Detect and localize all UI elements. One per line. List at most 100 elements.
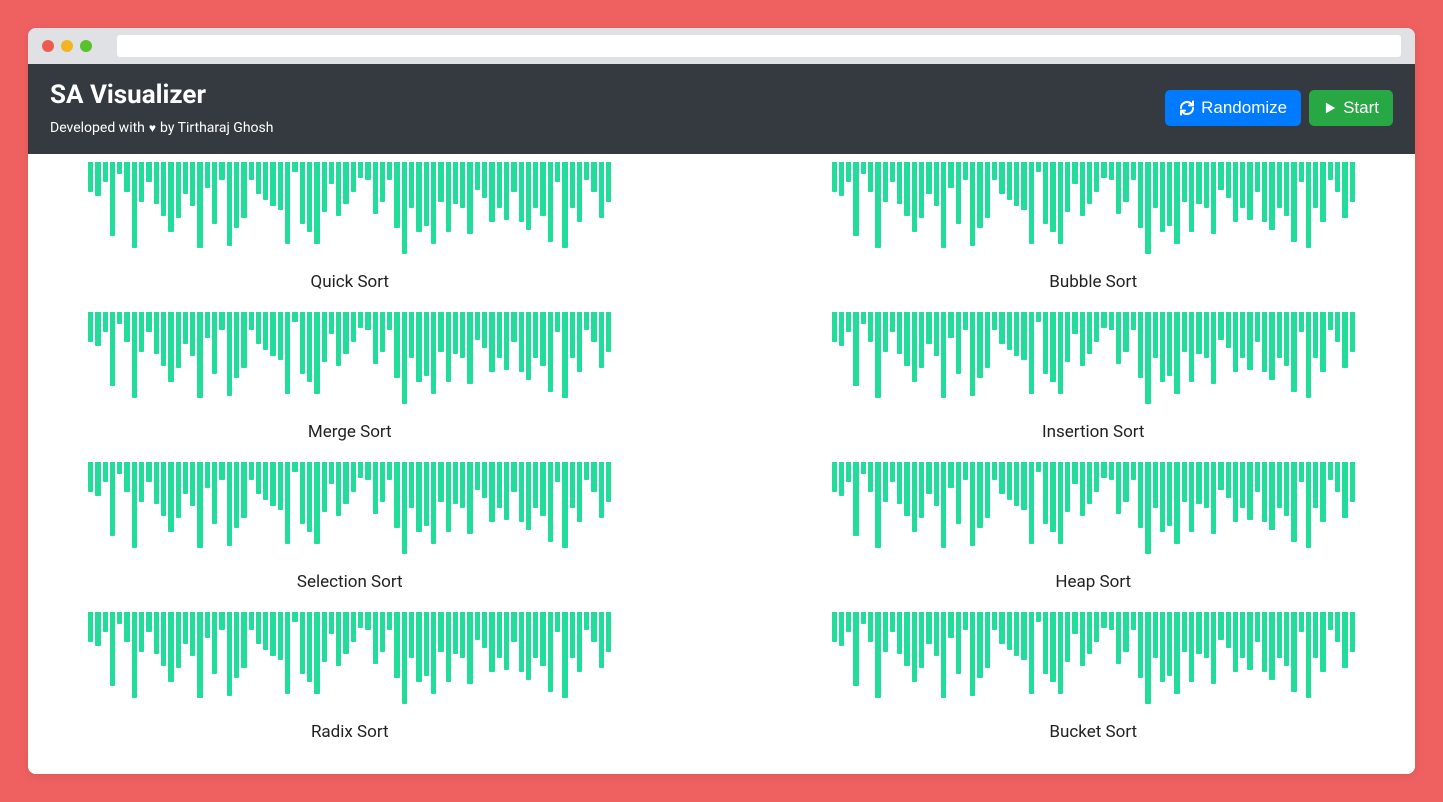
bar bbox=[1291, 162, 1296, 242]
bar bbox=[110, 312, 115, 386]
bar bbox=[263, 312, 268, 350]
bar bbox=[1131, 312, 1136, 330]
bar bbox=[1204, 612, 1209, 658]
sort-panel: Merge Sort bbox=[88, 312, 612, 454]
bar bbox=[497, 312, 502, 358]
bar bbox=[868, 312, 873, 342]
bar bbox=[1145, 162, 1150, 254]
bar bbox=[526, 162, 531, 230]
bar bbox=[88, 312, 93, 342]
bar bbox=[1080, 462, 1085, 516]
bar bbox=[548, 612, 553, 692]
bar bbox=[285, 462, 290, 544]
bar bbox=[897, 162, 902, 204]
randomize-button[interactable]: Randomize bbox=[1165, 90, 1301, 126]
bar bbox=[533, 312, 538, 358]
bar bbox=[168, 612, 173, 682]
bar bbox=[351, 462, 356, 492]
bar bbox=[460, 162, 465, 208]
bar bbox=[1313, 312, 1318, 358]
bar bbox=[1029, 462, 1034, 544]
bar bbox=[307, 462, 312, 532]
bar bbox=[526, 312, 531, 380]
start-button[interactable]: Start bbox=[1309, 90, 1393, 126]
bar bbox=[431, 462, 436, 544]
bar bbox=[1029, 612, 1034, 694]
bar bbox=[88, 162, 93, 192]
bar bbox=[992, 162, 997, 180]
bar bbox=[591, 162, 596, 192]
bar bbox=[985, 612, 990, 668]
bar bbox=[161, 462, 166, 516]
bar bbox=[168, 312, 173, 382]
bar bbox=[154, 462, 159, 504]
bar bbox=[453, 612, 458, 654]
bar bbox=[1196, 612, 1201, 654]
bar bbox=[1320, 462, 1325, 522]
bar bbox=[146, 312, 151, 332]
refresh-icon bbox=[1179, 100, 1195, 116]
bar bbox=[212, 312, 217, 374]
bar bbox=[154, 162, 159, 204]
bar bbox=[110, 162, 115, 236]
subtitle-suffix: by Tirtharaj Ghosh bbox=[160, 120, 273, 136]
bar bbox=[883, 612, 888, 652]
bar bbox=[1138, 312, 1143, 378]
bar bbox=[475, 312, 480, 340]
bar bbox=[890, 162, 895, 182]
bar bbox=[1269, 612, 1274, 680]
bar bbox=[562, 312, 567, 398]
bar bbox=[103, 312, 108, 332]
bars-container bbox=[832, 162, 1356, 262]
bar bbox=[519, 462, 524, 522]
bar bbox=[1211, 162, 1216, 234]
bar bbox=[904, 312, 909, 366]
bars-container bbox=[88, 612, 612, 712]
bar bbox=[146, 612, 151, 632]
sort-panel: Insertion Sort bbox=[832, 312, 1356, 454]
bar bbox=[212, 162, 217, 224]
bars-container bbox=[832, 312, 1356, 412]
bars-container bbox=[88, 312, 612, 412]
bar bbox=[875, 612, 880, 698]
bar bbox=[1050, 462, 1055, 532]
bar bbox=[570, 612, 575, 658]
traffic-light-close[interactable] bbox=[42, 40, 54, 52]
bar bbox=[1101, 162, 1106, 178]
bar bbox=[219, 612, 224, 630]
bar bbox=[1262, 612, 1267, 672]
bar bbox=[227, 612, 232, 696]
bar bbox=[555, 612, 560, 632]
bar bbox=[1196, 462, 1201, 504]
bar bbox=[117, 312, 122, 324]
bar bbox=[103, 612, 108, 632]
bar bbox=[416, 312, 421, 382]
bar bbox=[548, 162, 553, 242]
bar bbox=[890, 462, 895, 482]
bar bbox=[977, 612, 982, 678]
bar bbox=[285, 162, 290, 244]
bar bbox=[839, 612, 844, 646]
bar bbox=[934, 162, 939, 206]
bar bbox=[999, 162, 1004, 194]
bar bbox=[548, 312, 553, 392]
bar bbox=[183, 612, 188, 644]
url-bar[interactable] bbox=[117, 35, 1401, 57]
bar bbox=[1182, 162, 1187, 202]
traffic-light-minimize[interactable] bbox=[61, 40, 73, 52]
bar bbox=[380, 162, 385, 202]
traffic-light-zoom[interactable] bbox=[80, 40, 92, 52]
sort-panel: Heap Sort bbox=[832, 462, 1356, 604]
bar bbox=[1014, 612, 1019, 656]
bar bbox=[948, 312, 953, 338]
bar bbox=[1094, 462, 1099, 492]
bar bbox=[599, 162, 604, 218]
bar bbox=[1328, 312, 1333, 330]
bar bbox=[904, 612, 909, 666]
bar bbox=[1255, 612, 1260, 642]
bar bbox=[373, 162, 378, 214]
bar bbox=[504, 462, 509, 520]
bar bbox=[1109, 312, 1114, 330]
bar bbox=[1306, 162, 1311, 248]
bar bbox=[1145, 312, 1150, 404]
